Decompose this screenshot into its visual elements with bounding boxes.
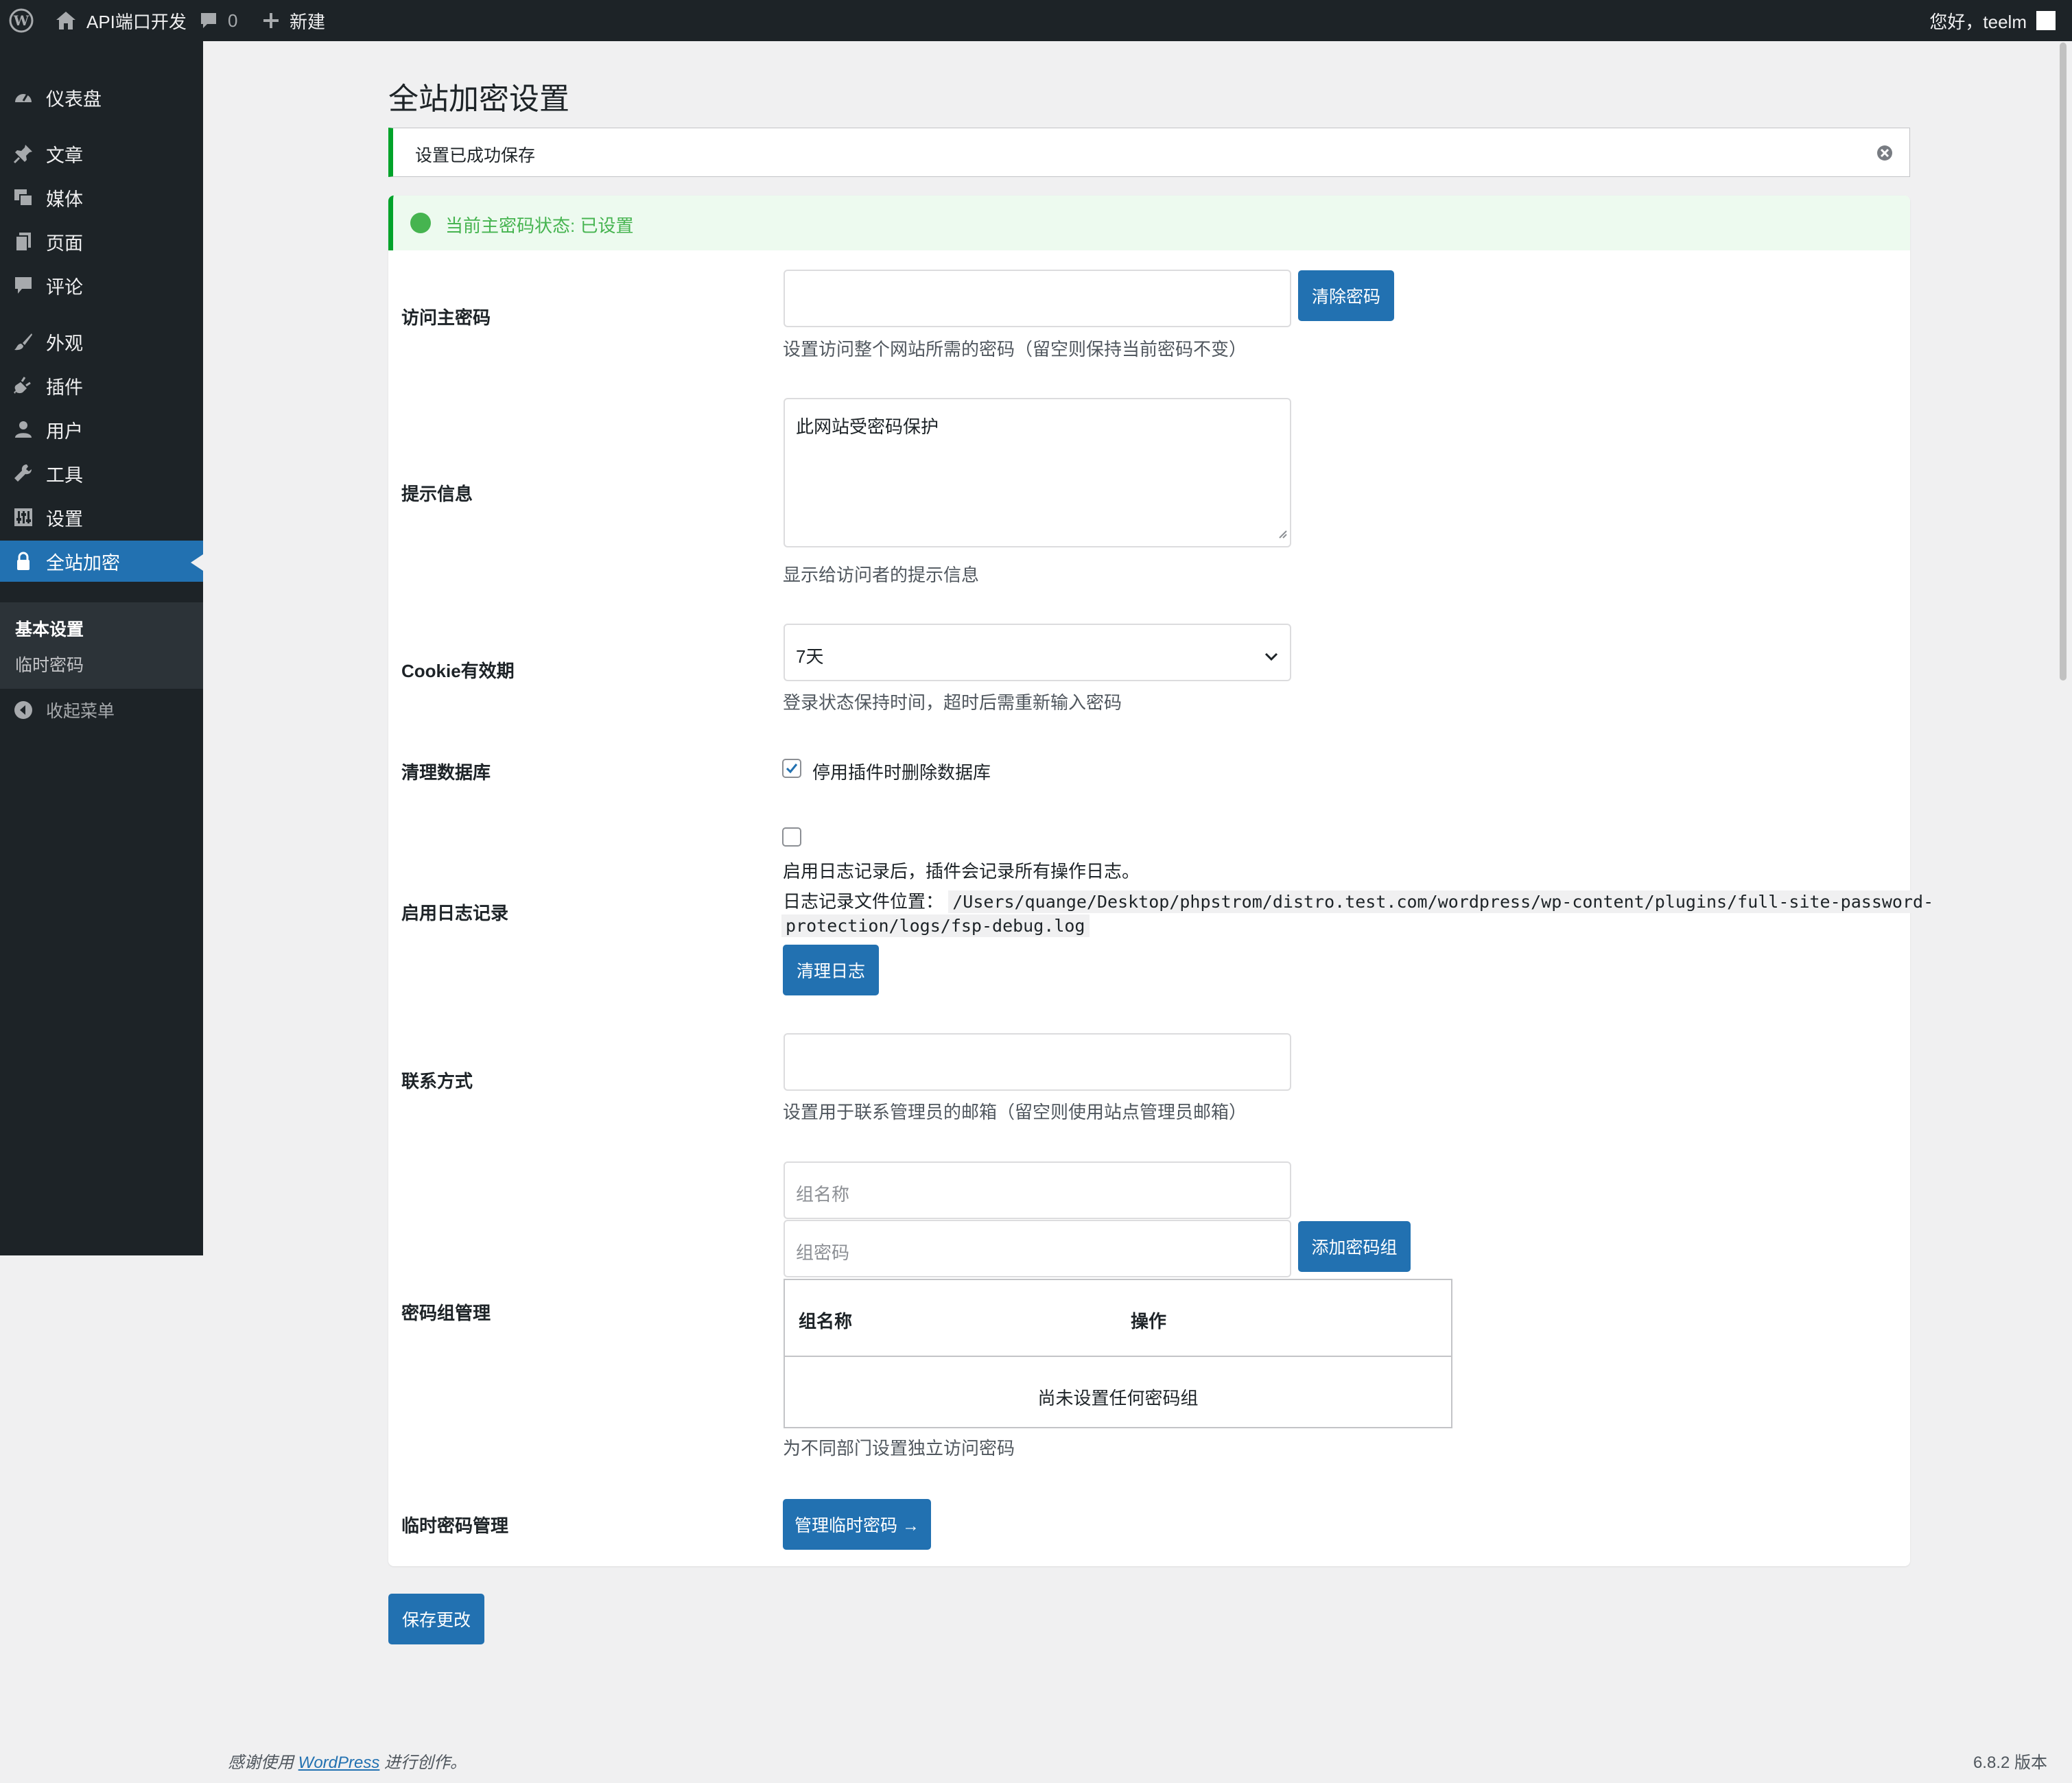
- brush-icon: [12, 331, 34, 352]
- menu-plugins[interactable]: 插件: [0, 365, 203, 406]
- group-name-placeholder: 组名称: [796, 1184, 850, 1205]
- greeting: 您好，teelm: [1929, 11, 2027, 32]
- master-password-desc: 设置访问整个网站所需的密码（留空则保持当前密码不变）: [783, 339, 1247, 359]
- group-password-input[interactable]: 组密码: [784, 1220, 1291, 1277]
- new-content-link[interactable]: 新建: [262, 0, 325, 41]
- table-header-action: 操作: [1131, 1311, 1167, 1332]
- logging-desc: 启用日志记录后，插件会记录所有操作日志。: [783, 861, 1140, 882]
- plus-icon: [262, 12, 280, 29]
- collapse-arrow-icon: [12, 700, 34, 720]
- group-password-placeholder: 组密码: [796, 1242, 850, 1263]
- log-path-code-2: protection/logs/fsp-debug.log: [781, 914, 1090, 937]
- log-path-code-1: /Users/quange/Desktop/phpstrom/distro.te…: [948, 890, 1938, 913]
- success-notice: 设置已成功保存: [388, 128, 1910, 177]
- comments-link[interactable]: 0: [199, 0, 237, 41]
- svg-text:W: W: [13, 12, 30, 29]
- user-icon: [12, 419, 34, 440]
- comments-count: 0: [228, 10, 238, 31]
- menu-posts[interactable]: 文章: [0, 133, 203, 174]
- menu-users[interactable]: 用户: [0, 409, 203, 450]
- cookie-desc: 登录状态保持时间，超时后需重新输入密码: [783, 692, 1122, 713]
- media-icon: [12, 187, 34, 208]
- menu-pages[interactable]: 页面: [0, 221, 203, 262]
- menu-settings[interactable]: 设置: [0, 497, 203, 538]
- notice-text: 设置已成功保存: [415, 146, 536, 165]
- resize-handle-icon[interactable]: [1278, 522, 1287, 543]
- table-empty-message: 尚未设置任何密码组: [1037, 1388, 1199, 1408]
- cookie-label: Cookie有效期: [401, 661, 515, 681]
- groups-desc: 为不同部门设置独立访问密码: [783, 1438, 1015, 1459]
- groups-label: 密码组管理: [401, 1303, 491, 1323]
- clear-log-button[interactable]: 清理日志: [783, 945, 879, 995]
- add-group-button[interactable]: 添加密码组: [1298, 1221, 1411, 1272]
- new-label: 新建: [290, 11, 326, 32]
- footer-thanks: 感谢使用 WordPress 进行创作。: [228, 1754, 467, 1772]
- log-path-label: 日志记录文件位置：: [783, 891, 944, 912]
- hint-textarea[interactable]: 此网站受密码保护: [784, 398, 1291, 547]
- menu-full-site-encryption[interactable]: 全站加密: [0, 541, 203, 582]
- groups-table: 组名称 操作 尚未设置任何密码组: [784, 1279, 1452, 1428]
- scrollbar[interactable]: [2060, 43, 2067, 681]
- chevron-down-icon: [1264, 646, 1279, 667]
- menu-media[interactable]: 媒体: [0, 177, 203, 218]
- footer-version: 6.8.2 版本: [1973, 1754, 2047, 1772]
- wordpress-link[interactable]: WordPress: [298, 1754, 380, 1772]
- clear-password-button[interactable]: 清除密码: [1298, 270, 1394, 321]
- cookie-selected-value: 7天: [796, 646, 824, 667]
- log-path-line2: protection/logs/fsp-debug.log: [781, 914, 1090, 937]
- hint-value: 此网站受密码保护: [796, 416, 939, 437]
- menu-comments[interactable]: 评论: [0, 265, 203, 306]
- wrench-icon: [12, 463, 34, 484]
- submenu-temp-password[interactable]: 临时密码: [15, 652, 84, 676]
- comment-icon: [199, 11, 218, 30]
- pin-icon: [12, 143, 34, 164]
- avatar: [2036, 11, 2056, 30]
- master-password-label: 访问主密码: [401, 307, 491, 328]
- contact-desc: 设置用于联系管理员的邮箱（留空则使用站点管理员邮箱）: [783, 1102, 1247, 1122]
- table-divider: [785, 1356, 1451, 1357]
- cookie-select[interactable]: 7天: [784, 624, 1291, 681]
- collapse-menu[interactable]: 收起菜单: [0, 689, 203, 731]
- page-icon: [12, 231, 34, 252]
- temp-password-label: 临时密码管理: [401, 1515, 509, 1536]
- cleanup-label: 清理数据库: [401, 762, 491, 783]
- hint-desc: 显示给访问者的提示信息: [783, 565, 980, 585]
- contact-label: 联系方式: [401, 1071, 473, 1091]
- group-name-input[interactable]: 组名称: [784, 1161, 1291, 1219]
- hint-label: 提示信息: [401, 484, 473, 504]
- cleanup-checkbox[interactable]: [782, 759, 801, 778]
- save-changes-button[interactable]: 保存更改: [388, 1594, 484, 1644]
- checkmark-icon: [786, 764, 798, 774]
- wordpress-logo-icon[interactable]: W: [8, 0, 34, 41]
- my-account-link[interactable]: 您好，teelm: [1929, 0, 2056, 41]
- settings-icon: [12, 507, 34, 528]
- admin-sidebar: 仪表盘 文章 媒体 页面 评论 外观 插件 用户 工具 设置 全站加密 基本设置: [0, 41, 203, 1255]
- plugin-icon: [12, 375, 34, 396]
- manage-temp-password-button[interactable]: 管理临时密码 →: [783, 1499, 931, 1550]
- logging-label: 启用日志记录: [401, 903, 509, 923]
- close-icon[interactable]: [1875, 143, 1894, 163]
- page-title: 全站加密设置: [388, 82, 569, 116]
- contact-email-input[interactable]: [784, 1033, 1291, 1091]
- dashboard-icon: [12, 87, 34, 108]
- status-text: 当前主密码状态: 已设置: [445, 215, 634, 236]
- submenu: 基本设置 临时密码: [0, 602, 203, 689]
- comment-icon: [12, 275, 34, 296]
- master-password-input[interactable]: [784, 270, 1291, 327]
- site-home-link[interactable]: API端口开发: [55, 0, 187, 41]
- menu-appearance[interactable]: 外观: [0, 321, 203, 362]
- lock-icon: [12, 551, 34, 571]
- log-path-line1: 日志记录文件位置： /Users/quange/Desktop/phpstrom…: [783, 888, 1938, 913]
- table-header-name: 组名称: [799, 1311, 853, 1332]
- password-status-banner: 当前主密码状态: 已设置: [388, 196, 1910, 250]
- menu-tools[interactable]: 工具: [0, 453, 203, 494]
- cleanup-checkbox-label: 停用插件时删除数据库: [812, 762, 991, 783]
- site-name: API端口开发: [86, 11, 187, 32]
- logging-checkbox[interactable]: [782, 827, 801, 847]
- status-dot-icon: [410, 213, 431, 233]
- menu-dashboard[interactable]: 仪表盘: [0, 77, 203, 118]
- admin-bar: W API端口开发 0 新建 您好，teelm: [0, 0, 2072, 41]
- submenu-basic-settings[interactable]: 基本设置: [15, 616, 84, 641]
- home-icon: [55, 10, 77, 31]
